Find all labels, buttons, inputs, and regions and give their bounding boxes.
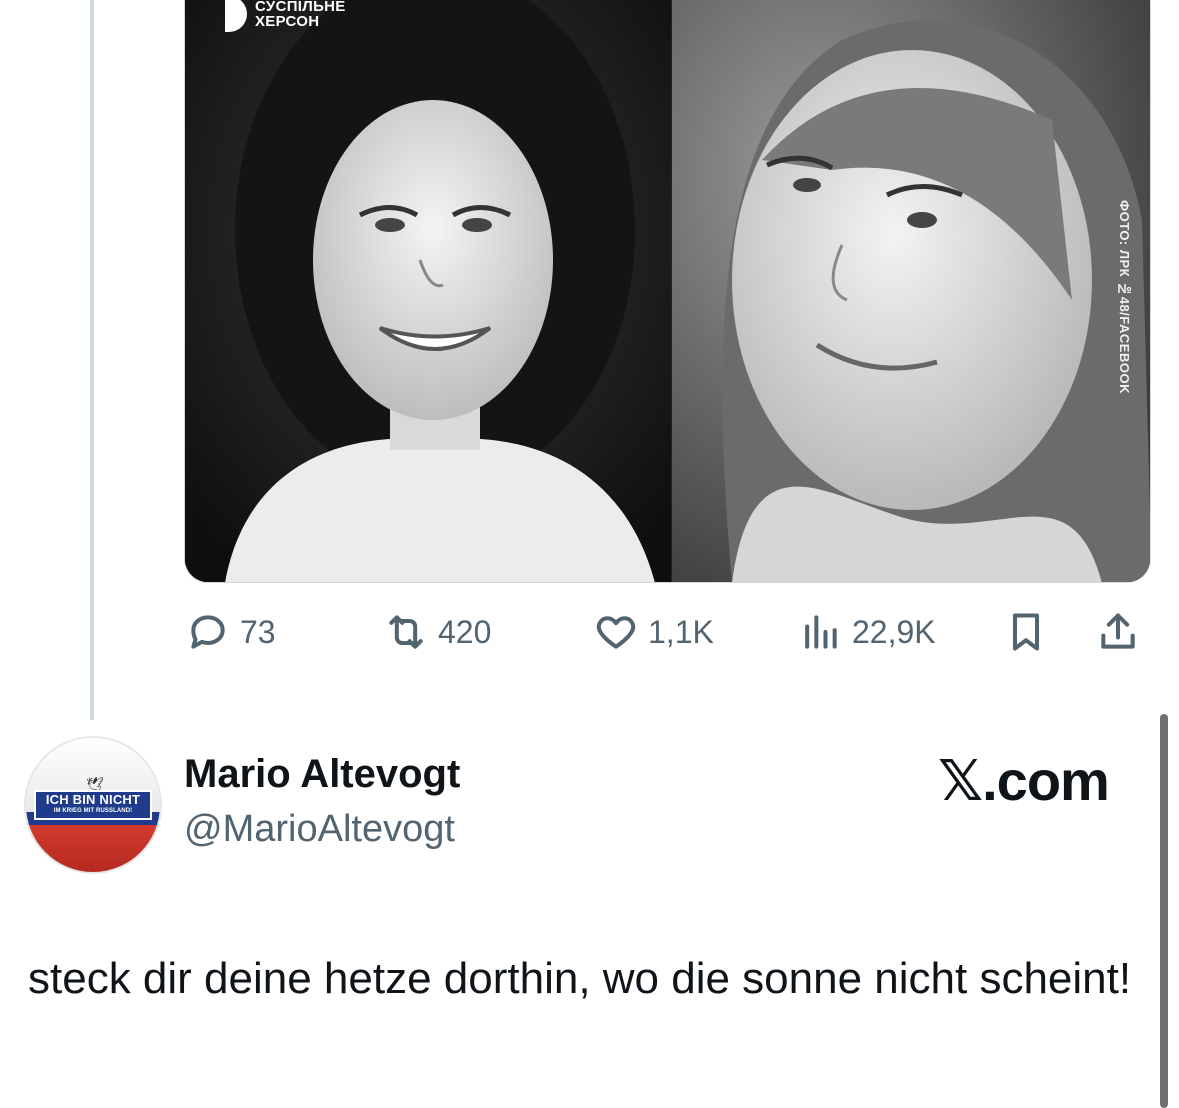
repost-button[interactable]: 420 (384, 610, 491, 654)
repost-icon (389, 615, 423, 649)
reply-button[interactable]: 73 (186, 610, 276, 654)
avatar-badge-line-2: IM KRIEG MIT RUSSLAND! (53, 808, 133, 814)
avatar-badge-line-1: ICH BIN NICHT (45, 792, 141, 807)
logo-line-1: СУСПІЛЬНЕ (255, 0, 346, 15)
photo-left[interactable]: СУСПІЛЬНЕ ХЕРСОН (185, 0, 671, 582)
bookmark-icon (1012, 613, 1040, 651)
share-icon (1101, 613, 1135, 649)
x-com-logo: 𝕏.com (938, 749, 1110, 812)
avatar-badge: ICH BIN NICHT IM KRIEG MIT RUSSLAND! (34, 790, 152, 820)
tweet-media[interactable]: СУСПІЛЬНЕ ХЕРСОН ФОТО: ЛРК №48/FACEBOOK (184, 0, 1151, 583)
views-count: 22,9K (852, 613, 936, 650)
repost-count: 420 (438, 613, 492, 650)
broadcaster-logo: СУСПІЛЬНЕ ХЕРСОН (225, 0, 346, 32)
avatar[interactable]: 🕊 ICH BIN NICHT IM KRIEG MIT RUSSLAND! (26, 738, 160, 872)
broadcaster-logo-mark (225, 0, 247, 32)
views-button[interactable]: 22,9K (798, 610, 936, 654)
reply-icon (191, 615, 225, 649)
like-count: 1,1K (648, 613, 714, 650)
reply-count: 73 (240, 613, 276, 650)
user-handle[interactable]: @MarioAltevogt (184, 808, 455, 851)
views-icon (805, 615, 837, 649)
reply-text: steck dir deine hetze dorthin, wo die so… (28, 954, 1132, 1003)
photo-right[interactable]: ФОТО: ЛРК №48/FACEBOOK (672, 0, 1150, 582)
photo-credit: ФОТО: ЛРК №48/FACEBOOK (1117, 200, 1132, 394)
like-button[interactable]: 1,1K (594, 610, 714, 654)
scrollbar[interactable] (1160, 714, 1168, 1108)
bookmark-button[interactable] (1004, 610, 1048, 654)
display-name[interactable]: Mario Altevogt (184, 752, 460, 797)
thread-line (90, 0, 94, 720)
share-button[interactable] (1096, 610, 1140, 654)
logo-line-2: ХЕРСОН (255, 13, 320, 30)
heart-icon (596, 616, 636, 649)
tweet-actions: 73 420 1,1K 22,9K (186, 610, 1146, 660)
